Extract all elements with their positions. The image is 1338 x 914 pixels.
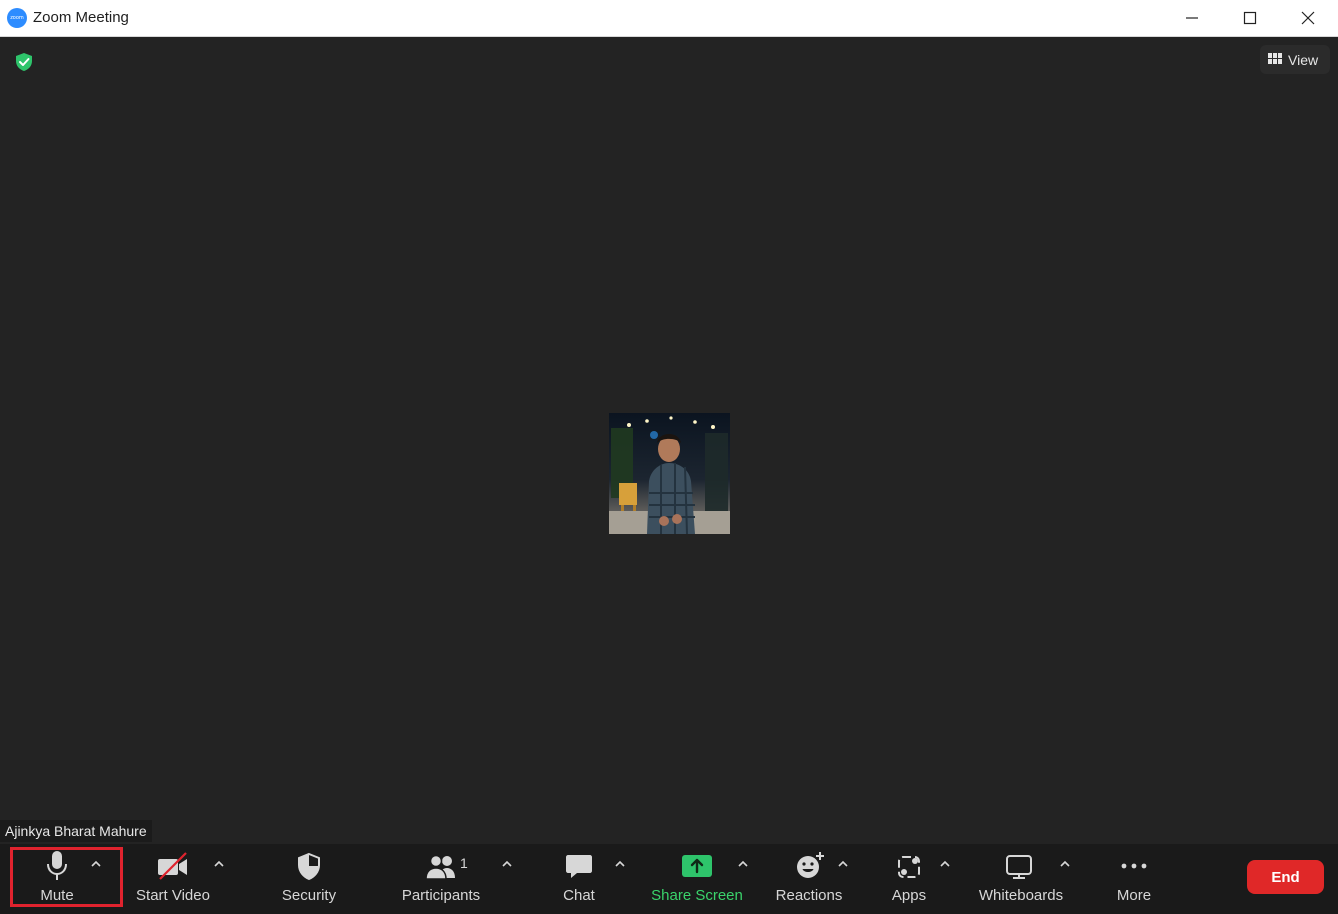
meeting-toolbar: Mute Start Video Security 1 Participants… <box>0 844 1338 914</box>
title-bar: zoom Zoom Meeting <box>0 0 1338 37</box>
participant-name-tag: Ajinkya Bharat Mahure <box>0 820 152 842</box>
chat-label: Chat <box>563 887 595 904</box>
participants-button[interactable]: 1 Participants <box>398 844 486 910</box>
video-options-caret-icon[interactable] <box>212 858 226 870</box>
apps-button[interactable]: Apps <box>886 844 932 910</box>
grid-view-icon <box>1268 53 1282 64</box>
share-screen-button[interactable]: Share Screen <box>650 844 744 910</box>
profile-photo <box>609 413 730 534</box>
whiteboards-label: Whiteboards <box>978 887 1064 904</box>
more-label: More <box>1116 887 1152 904</box>
end-meeting-button[interactable]: End <box>1247 860 1324 894</box>
whiteboard-icon <box>1006 855 1032 879</box>
window-title: Zoom Meeting <box>33 9 129 26</box>
chat-bubble-icon <box>566 855 592 878</box>
video-off-icon <box>158 852 187 880</box>
share-screen-label: Share Screen <box>651 887 743 904</box>
apps-label: Apps <box>891 887 927 904</box>
reactions-button[interactable]: Reactions <box>773 844 845 910</box>
share-screen-icon <box>682 855 712 877</box>
view-button[interactable]: View <box>1260 45 1330 74</box>
close-window-button[interactable] <box>1285 0 1331 36</box>
chat-button[interactable]: Chat <box>555 844 603 910</box>
reactions-smiley-icon <box>797 852 824 878</box>
apps-icon <box>898 856 920 878</box>
participant-profile-picture <box>609 413 730 534</box>
more-dots-icon <box>1121 863 1147 869</box>
participants-icon <box>425 854 455 880</box>
encryption-shield-icon[interactable] <box>14 52 34 72</box>
close-icon <box>1301 11 1315 25</box>
participants-label: Participants <box>401 887 481 904</box>
minimize-icon <box>1186 17 1198 19</box>
whiteboards-options-caret-icon[interactable] <box>1058 858 1072 870</box>
more-button[interactable]: More <box>1110 844 1158 910</box>
view-label: View <box>1288 52 1319 68</box>
minimize-button[interactable] <box>1169 0 1215 36</box>
audio-options-caret-icon[interactable] <box>89 858 103 870</box>
participants-options-caret-icon[interactable] <box>500 858 514 870</box>
microphone-icon <box>47 851 67 880</box>
maximize-button[interactable] <box>1227 0 1273 36</box>
reactions-label: Reactions <box>775 887 843 904</box>
mute-label: Mute <box>40 887 74 904</box>
whiteboards-button[interactable]: Whiteboards <box>974 844 1068 910</box>
security-label: Security <box>281 887 337 904</box>
start-video-label: Start Video <box>136 887 210 904</box>
security-button[interactable]: Security <box>275 844 343 910</box>
chat-options-caret-icon[interactable] <box>613 858 627 870</box>
reactions-options-caret-icon[interactable] <box>836 858 850 870</box>
zoom-logo-icon: zoom <box>7 8 27 28</box>
apps-options-caret-icon[interactable] <box>938 858 952 870</box>
meeting-stage: View <box>0 37 1338 845</box>
mute-button[interactable]: Mute <box>20 844 94 910</box>
participant-count: 1 <box>460 855 468 871</box>
start-video-button[interactable]: Start Video <box>130 844 216 910</box>
security-shield-icon <box>298 852 320 881</box>
share-options-caret-icon[interactable] <box>736 858 750 870</box>
maximize-icon <box>1243 11 1257 25</box>
